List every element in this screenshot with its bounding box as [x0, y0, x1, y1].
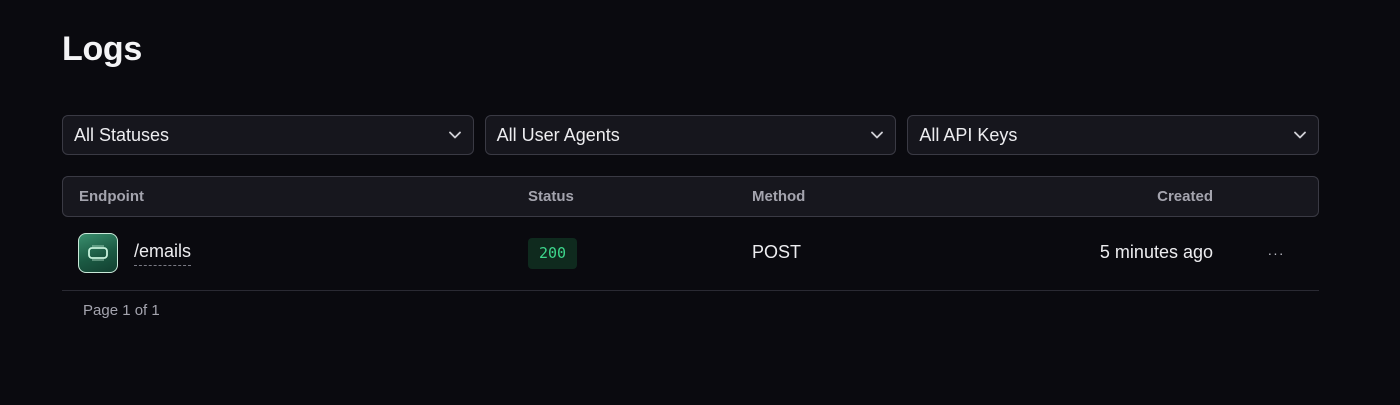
endpoint-link[interactable]: /emails [134, 241, 192, 266]
chevron-down-icon [1293, 128, 1307, 142]
table-header: Endpoint Status Method Created [62, 176, 1319, 217]
email-endpoint-icon [78, 233, 118, 273]
logs-page: Logs All Statuses All User Agents All AP… [0, 0, 1400, 405]
created-value: 5 minutes ago [1099, 242, 1213, 262]
filter-bar: All Statuses All User Agents All API Key… [62, 115, 1320, 155]
pagination-label: Page 1 of 1 [83, 302, 160, 319]
chevron-down-icon [870, 128, 884, 142]
more-actions-button[interactable]: ··· [1264, 238, 1288, 268]
user-agent-filter-select[interactable]: All User Agents [484, 115, 897, 155]
chevron-down-icon [448, 128, 462, 142]
table-row[interactable]: /emails 200 POST 5 minutes ago ··· [62, 218, 1319, 291]
api-key-filter-select[interactable]: All API Keys [907, 115, 1320, 155]
status-filter-select[interactable]: All Statuses [62, 115, 474, 155]
column-header-status: Status [528, 188, 574, 205]
column-header-created: Created [1157, 188, 1213, 205]
page-title: Logs [62, 30, 143, 68]
status-filter-label: All Statuses [74, 124, 170, 145]
user-agent-filter-label: All User Agents [496, 124, 620, 145]
method-value: POST [752, 242, 802, 262]
api-key-filter-label: All API Keys [919, 124, 1018, 145]
status-badge: 200 [528, 238, 578, 269]
column-header-endpoint: Endpoint [79, 188, 144, 205]
column-header-method: Method [752, 188, 806, 205]
